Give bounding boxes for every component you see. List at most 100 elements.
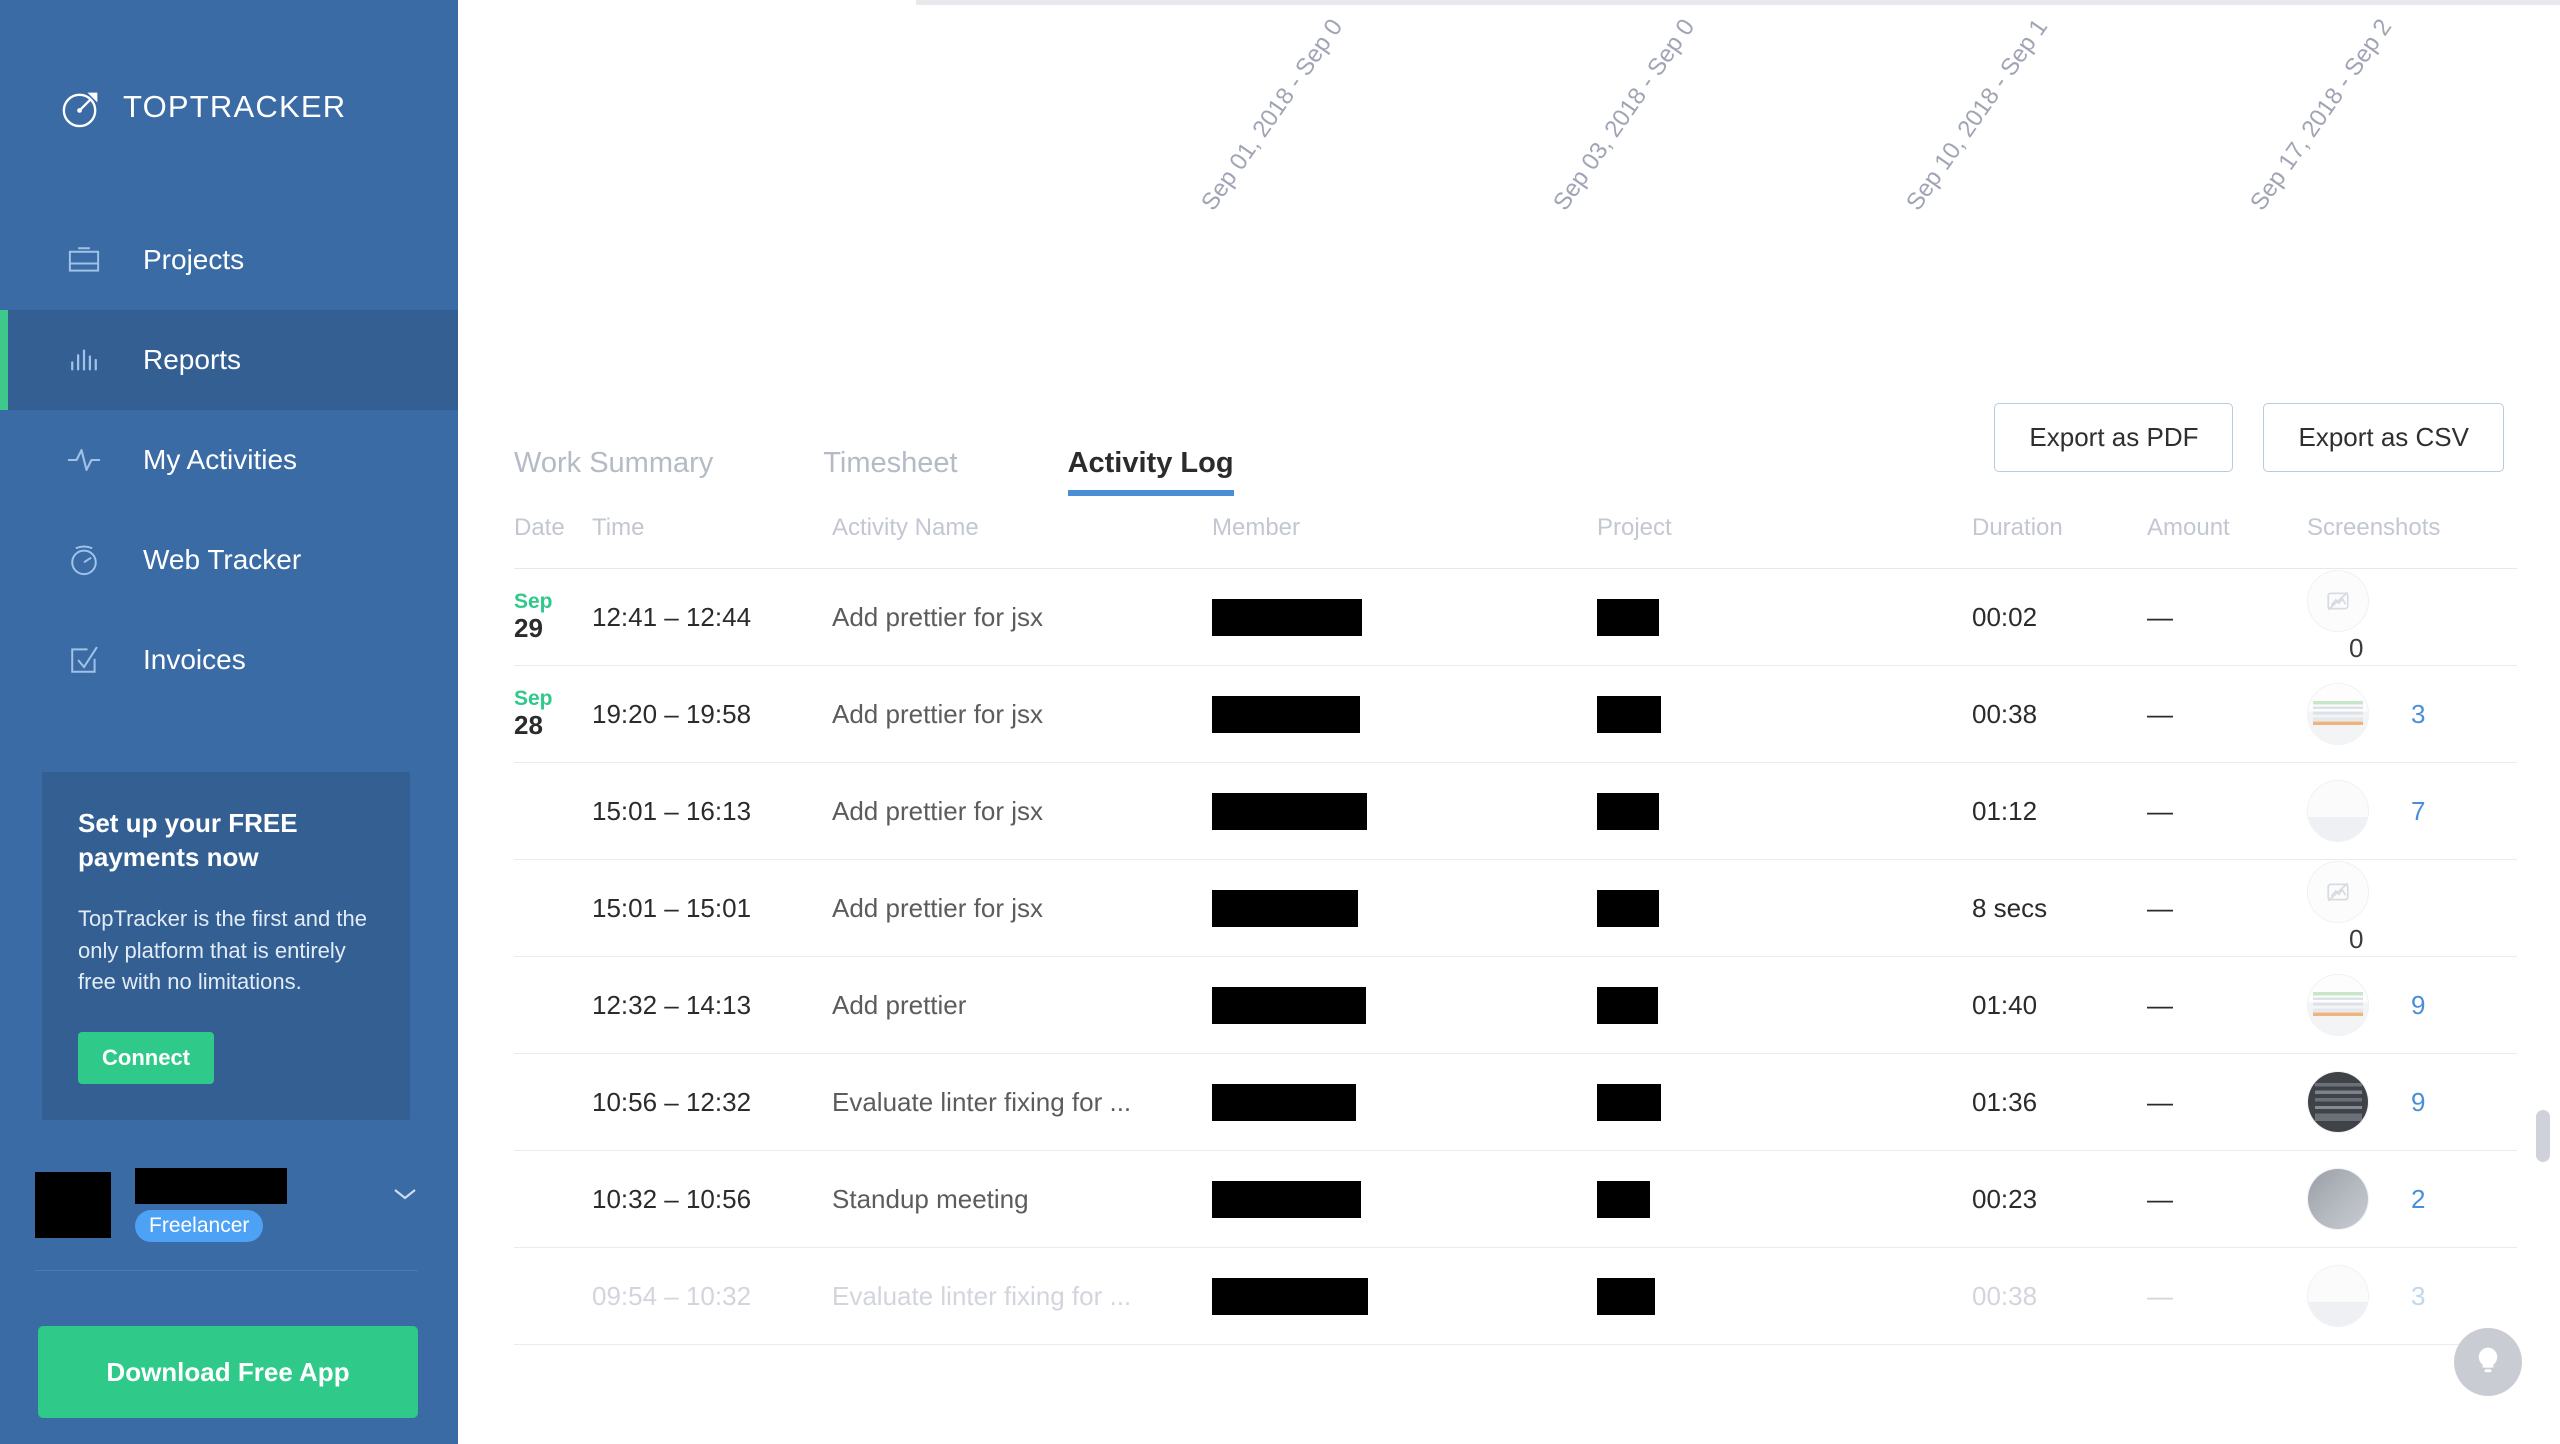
cell-project bbox=[1597, 665, 1972, 763]
cell-member bbox=[1212, 665, 1597, 763]
table-row[interactable]: Sep 29 12:41 – 12:44 Add prettier for jsx 00… bbox=[514, 568, 2517, 666]
screenshot-count-link[interactable]: 9 bbox=[2411, 1087, 2445, 1118]
table-body: Sep 29 12:41 – 12:44 Add prettier for jsx 00… bbox=[514, 568, 2517, 1345]
chart-tick-label: Sep 10, 2018 - Sep 1 bbox=[1901, 14, 2054, 216]
cell-time: 19:20 – 19:58 bbox=[592, 665, 832, 763]
screenshot-count: 0 bbox=[2349, 633, 2364, 664]
vertical-scrollbar[interactable] bbox=[2536, 1110, 2550, 1444]
member-redacted bbox=[1212, 986, 1366, 1024]
table-row[interactable]: 15:01 – 16:13 Add prettier for jsx 01:12— 7 bbox=[514, 762, 2517, 860]
cell-time: 09:54 – 10:32 bbox=[592, 1247, 832, 1345]
cell-time: 10:32 – 10:56 bbox=[592, 1150, 832, 1248]
report-toolbar: Work Summary Timesheet Activity Log Expo… bbox=[458, 378, 2560, 496]
export-as-pdf-button[interactable]: Export as PDF bbox=[1994, 402, 2234, 472]
connect-button[interactable]: Connect bbox=[78, 1032, 214, 1085]
date-stack: Sep 28 bbox=[514, 687, 592, 741]
member-redacted bbox=[1212, 792, 1367, 830]
sidebar-item-my-activities[interactable]: My Activities bbox=[0, 410, 458, 510]
member-redacted bbox=[1212, 695, 1360, 733]
screenshot-thumbnail[interactable] bbox=[2307, 1071, 2369, 1133]
column-header-screenshots: Screenshots bbox=[2307, 496, 2517, 569]
screenshot-thumbnail[interactable] bbox=[2307, 780, 2369, 842]
promo-body: TopTracker is the first and the only pla… bbox=[78, 905, 367, 995]
cell-duration: 00:38 bbox=[1972, 1247, 2147, 1345]
thumbnail-image bbox=[2308, 1169, 2368, 1229]
column-header-duration: Duration bbox=[1972, 496, 2147, 569]
download-free-app-button[interactable]: Download Free App bbox=[38, 1326, 418, 1419]
date-day: 28 bbox=[514, 710, 543, 741]
cell-date bbox=[514, 1247, 592, 1345]
cell-amount: — bbox=[2147, 1053, 2307, 1151]
date-month: Sep bbox=[514, 686, 553, 710]
screenshot-count-link[interactable]: 9 bbox=[2411, 990, 2445, 1021]
screenshot-count-link[interactable]: 7 bbox=[2411, 796, 2445, 827]
tab-work-summary[interactable]: Work Summary bbox=[514, 447, 713, 496]
cell-project bbox=[1597, 956, 1972, 1054]
stopwatch-icon bbox=[63, 539, 105, 581]
activity-name: Evaluate linter fixing for ... bbox=[832, 1280, 1132, 1311]
scrollbar-thumb[interactable] bbox=[2536, 1110, 2550, 1162]
sidebar-item-reports[interactable]: Reports bbox=[0, 310, 458, 410]
pulse-icon bbox=[63, 439, 105, 481]
table-row[interactable]: 10:56 – 12:32 Evaluate linter fixing for … bbox=[514, 1053, 2517, 1151]
thumbnail-image bbox=[2308, 1072, 2368, 1132]
table-row[interactable]: 12:32 – 14:13 Add prettier 01:40— 9 bbox=[514, 956, 2517, 1054]
screenshot-count-link[interactable]: 3 bbox=[2411, 699, 2445, 730]
brand-logo[interactable]: TOPTRACKER bbox=[0, 0, 458, 152]
column-header-member: Member bbox=[1212, 496, 1597, 569]
sidebar-item-invoices[interactable]: Invoices bbox=[0, 610, 458, 710]
briefcase-icon bbox=[63, 239, 105, 281]
table-row[interactable]: 10:32 – 10:56 Standup meeting 00:23— 2 bbox=[514, 1150, 2517, 1248]
cell-date bbox=[514, 1150, 592, 1248]
account-switcher[interactable]: Freelancer bbox=[35, 1168, 418, 1272]
cell-screenshots: 0 bbox=[2307, 859, 2517, 957]
sidebar-item-web-tracker[interactable]: Web Tracker bbox=[0, 510, 458, 610]
chevron-down-icon[interactable] bbox=[392, 1186, 418, 1202]
cell-screenshots: 9 bbox=[2307, 1053, 2517, 1151]
cell-project bbox=[1597, 762, 1972, 860]
screenshot-thumbnail[interactable] bbox=[2307, 683, 2369, 745]
sidebar: TOPTRACKER Projects Reports My Activitie… bbox=[0, 0, 458, 1444]
cell-amount: — bbox=[2147, 762, 2307, 860]
cell-amount: — bbox=[2147, 665, 2307, 763]
screenshot-count-link[interactable]: 2 bbox=[2411, 1184, 2445, 1215]
cell-duration: 01:12 bbox=[1972, 762, 2147, 860]
screenshot-thumbnail[interactable] bbox=[2307, 1168, 2369, 1230]
app-root: TOPTRACKER Projects Reports My Activitie… bbox=[0, 0, 2560, 1444]
sidebar-item-label: Web Tracker bbox=[143, 544, 302, 575]
help-button[interactable] bbox=[2454, 1328, 2522, 1396]
tab-activity-log[interactable]: Activity Log bbox=[1067, 447, 1234, 496]
table-header-row: Date Time Activity Name Member Project D… bbox=[514, 496, 2517, 569]
cell-date bbox=[514, 762, 592, 860]
member-redacted bbox=[1212, 598, 1362, 636]
account-name-redacted bbox=[135, 1168, 287, 1205]
screenshot-thumbnail[interactable] bbox=[2307, 974, 2369, 1036]
cell-time: 10:56 – 12:32 bbox=[592, 1053, 832, 1151]
activity-name: Standup meeting bbox=[832, 1183, 1029, 1214]
cell-activity-name: Add prettier bbox=[832, 956, 1212, 1054]
member-redacted bbox=[1212, 1277, 1368, 1315]
cell-project bbox=[1597, 568, 1972, 666]
activity-log-table-wrap: Date Time Activity Name Member Project D… bbox=[458, 496, 2560, 1345]
tab-timesheet[interactable]: Timesheet bbox=[823, 447, 957, 496]
cell-activity-name: Add prettier for jsx bbox=[832, 762, 1212, 860]
report-tabs: Work Summary Timesheet Activity Log bbox=[514, 378, 1234, 496]
cell-date bbox=[514, 956, 592, 1054]
project-redacted bbox=[1597, 792, 1659, 830]
thumbnail-image bbox=[2308, 1266, 2368, 1326]
cell-duration: 01:36 bbox=[1972, 1053, 2147, 1151]
table-row[interactable]: 15:01 – 15:01 Add prettier for jsx 8 secs —… bbox=[514, 859, 2517, 957]
activity-log-table: Date Time Activity Name Member Project D… bbox=[514, 496, 2517, 1345]
screenshot-count-link[interactable]: 3 bbox=[2411, 1281, 2445, 1312]
column-header-amount: Amount bbox=[2147, 496, 2307, 569]
cell-duration: 00:23 bbox=[1972, 1150, 2147, 1248]
activity-name: Add prettier bbox=[832, 989, 967, 1020]
check-document-icon bbox=[63, 639, 105, 681]
activity-name: Add prettier for jsx bbox=[832, 892, 1043, 923]
table-row[interactable]: 09:54 – 10:32 Evaluate linter fixing for … bbox=[514, 1247, 2517, 1345]
bar-chart-icon bbox=[63, 339, 105, 381]
sidebar-item-projects[interactable]: Projects bbox=[0, 210, 458, 310]
export-as-csv-button[interactable]: Export as CSV bbox=[2263, 402, 2504, 472]
screenshot-thumbnail[interactable] bbox=[2307, 1265, 2369, 1327]
table-row[interactable]: Sep 28 19:20 – 19:58 Add prettier for jsx 00… bbox=[514, 665, 2517, 763]
